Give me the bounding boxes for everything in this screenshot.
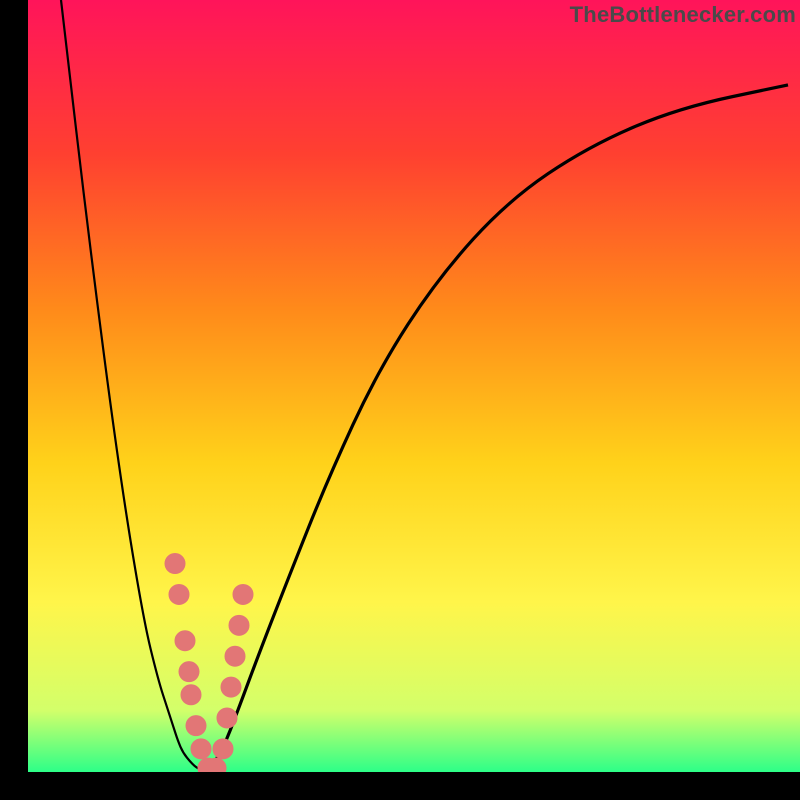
- plot-area: TheBottlenecker.com: [28, 0, 800, 772]
- curve-left-branch: [61, 0, 208, 772]
- highlight-dot: [213, 739, 233, 759]
- highlight-dot: [233, 584, 253, 604]
- chart-frame: TheBottlenecker.com: [0, 0, 800, 800]
- plot-svg: [28, 0, 800, 772]
- highlight-dot: [191, 739, 211, 759]
- highlight-dot: [217, 708, 237, 728]
- highlight-dot: [186, 716, 206, 736]
- highlight-dot: [179, 662, 199, 682]
- highlight-dot: [229, 615, 249, 635]
- curve-right-branch: [208, 85, 788, 772]
- highlight-dot: [165, 554, 185, 574]
- highlight-dot: [175, 631, 195, 651]
- highlight-dot: [181, 685, 201, 705]
- highlight-dot: [169, 584, 189, 604]
- highlight-dot: [225, 646, 245, 666]
- highlight-dot: [221, 677, 241, 697]
